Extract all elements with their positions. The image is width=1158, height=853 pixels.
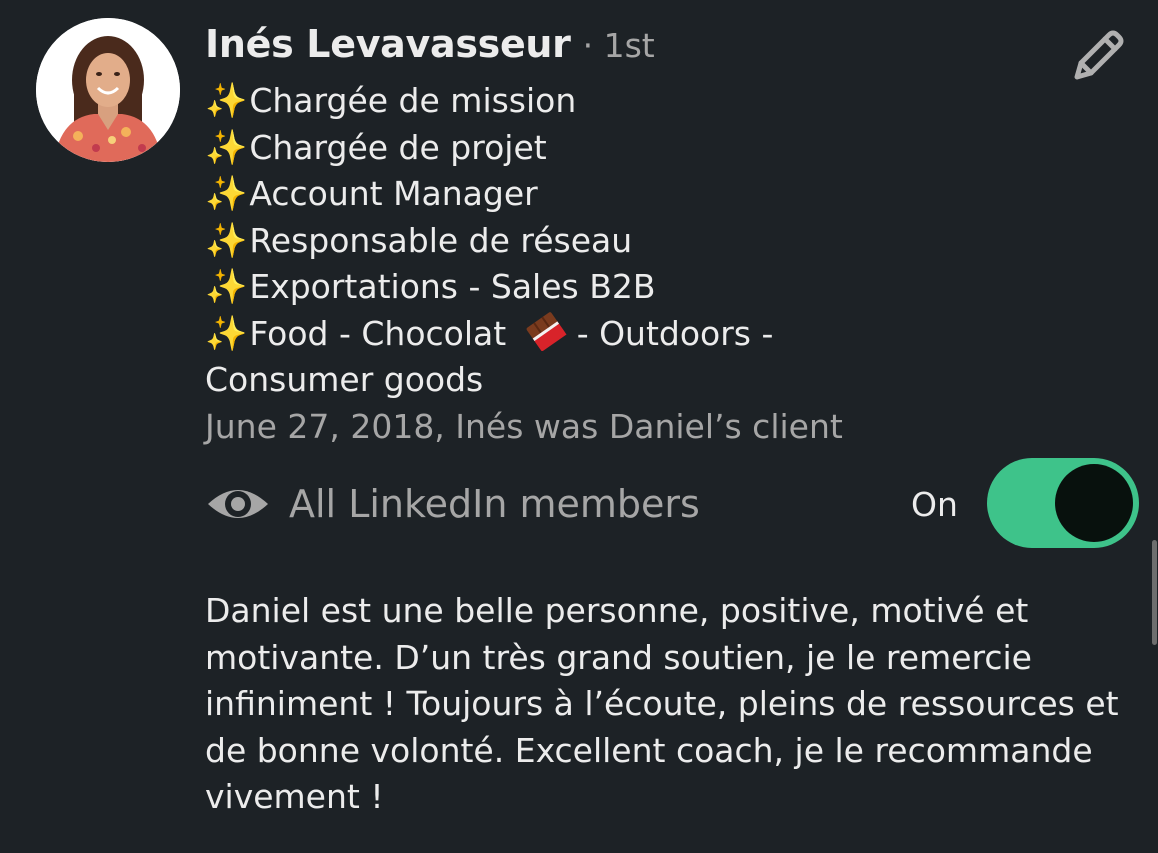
relationship-date: June 27, 2018, Inés was Daniel’s client xyxy=(205,406,843,446)
headline-text: Account Manager xyxy=(249,174,538,213)
headline-line: ✨Chargée de mission xyxy=(205,78,1105,125)
toggle-state-label: On xyxy=(911,484,958,524)
sparkles-icon: ✨ xyxy=(205,127,248,168)
headline-text: - Outdoors - xyxy=(576,313,774,353)
headline-line: ✨Chargée de projet xyxy=(205,125,1105,172)
visibility-row: All LinkedIn members On xyxy=(205,458,1139,550)
sparkles-icon: ✨ xyxy=(205,313,248,354)
sparkles-icon: ✨ xyxy=(205,81,248,121)
avatar[interactable] xyxy=(36,18,180,162)
name-line: Inés Levavasseur · 1st xyxy=(205,22,1105,78)
recommendation-card: Inés Levavasseur · 1st ✨Chargée de missi… xyxy=(0,0,1158,853)
profile-photo xyxy=(36,18,180,162)
eye-icon xyxy=(208,490,268,518)
headline-line: ✨Responsable de réseau xyxy=(205,218,1105,265)
connection-degree: · 1st xyxy=(582,26,655,65)
toggle-knob xyxy=(1055,464,1133,542)
headline-line: ✨Exportations - Sales B2B xyxy=(205,264,1105,311)
recommendation-text: Daniel est une belle personne, positive,… xyxy=(205,591,1119,816)
headline-line: ✨Food - Chocolat - Outdoors - xyxy=(205,311,1105,358)
headline-text: Exportations - Sales B2B xyxy=(249,267,656,306)
sparkles-icon: ✨ xyxy=(205,174,248,214)
visibility-label: All LinkedIn members xyxy=(289,482,700,526)
scrollbar-thumb[interactable] xyxy=(1152,540,1157,645)
headline-text: Chargée de mission xyxy=(249,81,577,120)
sparkles-icon: ✨ xyxy=(205,220,248,261)
visibility-toggle[interactable] xyxy=(987,458,1139,548)
headline-text: Food - Chocolat xyxy=(249,313,507,353)
chocolate-bar-icon xyxy=(526,311,567,352)
recommender-info: Inés Levavasseur · 1st ✨Chargée de missi… xyxy=(205,22,1105,450)
headline-text: Responsable de réseau xyxy=(249,220,633,260)
headline-tail: Consumer goods xyxy=(205,360,484,399)
headline-line: ✨Account Manager xyxy=(205,171,1105,218)
sparkles-icon: ✨ xyxy=(205,267,248,307)
recommender-name[interactable]: Inés Levavasseur xyxy=(205,22,571,66)
headline-text: Chargée de projet xyxy=(249,127,547,167)
